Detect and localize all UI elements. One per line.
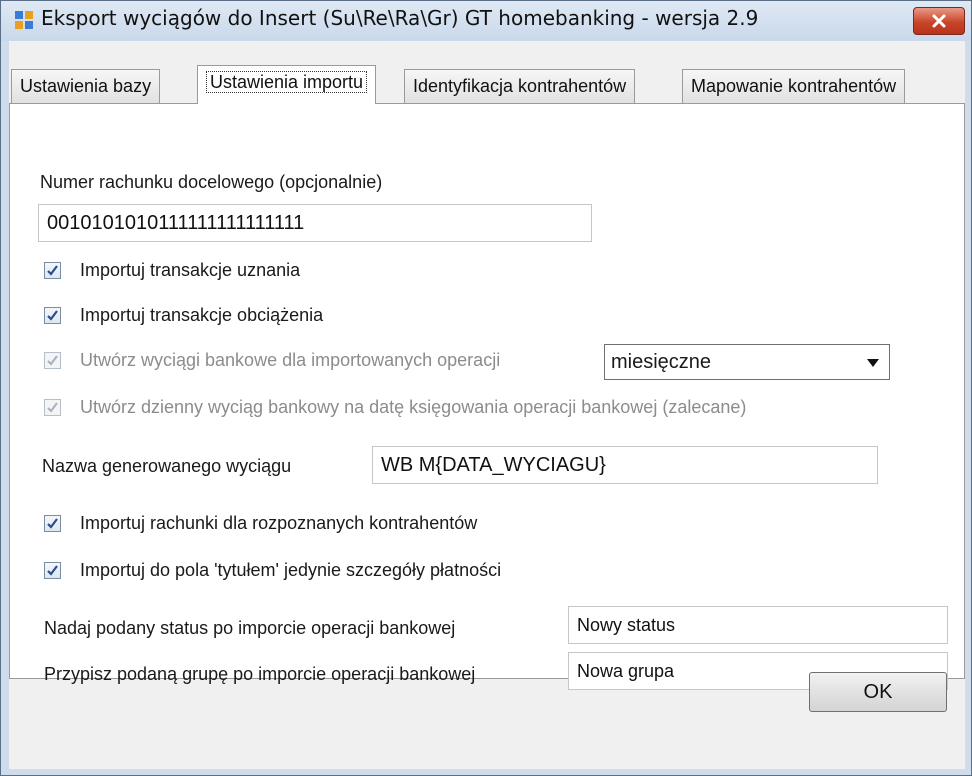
create-statements-checkbox[interactable] <box>44 352 61 369</box>
debit-transactions-label: Importuj transakcje obciążenia <box>80 305 324 325</box>
statement-name-label: Nazwa generowanego wyciągu <box>42 456 292 476</box>
import-invoices-label: Importuj rachunki dla rozpoznanych kontr… <box>80 513 478 533</box>
close-button[interactable] <box>913 7 965 35</box>
credit-transactions-label: Importuj transakcje uznania <box>80 260 301 280</box>
checkmark-icon <box>47 265 58 276</box>
checkmark-icon <box>47 518 58 529</box>
window-title: Eksport wyciągów do Insert (Su\Re\Ra\Gr)… <box>41 6 759 30</box>
tab-import-settings[interactable]: Ustawienia importu <box>197 65 377 104</box>
checkmark-icon <box>47 565 58 576</box>
title-bar[interactable]: Eksport wyciągów do Insert (Su\Re\Ra\Gr)… <box>1 1 971 41</box>
status-input[interactable]: Nowy status <box>568 606 948 644</box>
app-window: Eksport wyciągów do Insert (Su\Re\Ra\Gr)… <box>0 0 972 776</box>
title-details-checkbox[interactable] <box>44 562 61 579</box>
ok-button[interactable]: OK <box>809 672 947 712</box>
client-area: Ustawienia bazy Ustawienia importu Ident… <box>9 41 965 769</box>
tab-database-settings[interactable]: Ustawienia bazy <box>11 69 161 103</box>
import-settings-panel: Numer rachunku docelowego (opcjonalnie) … <box>9 103 965 690</box>
statement-period-value: miesięczne <box>611 351 712 373</box>
import-invoices-checkbox[interactable] <box>44 515 61 532</box>
daily-statement-label: Utwórz dzienny wyciąg bankowy na datę ks… <box>80 397 747 417</box>
group-label: Przypisz podaną grupę po imporcie operac… <box>44 664 476 684</box>
statement-period-select[interactable]: miesięczne <box>604 344 890 380</box>
debit-transactions-checkbox[interactable] <box>44 307 61 324</box>
account-number-input[interactable]: 0010101010111111111111111 <box>38 204 592 242</box>
dropdown-arrow-icon <box>867 359 879 367</box>
create-statements-label: Utwórz wyciągi bankowe dla importowanych… <box>80 350 501 370</box>
statement-name-input[interactable]: WB M{DATA_WYCIAGU} <box>372 446 878 484</box>
tab-strip: Ustawienia bazy Ustawienia importu Ident… <box>9 41 965 104</box>
app-icon <box>13 9 35 31</box>
tab-contractor-mapping[interactable]: Mapowanie kontrahentów <box>682 69 906 103</box>
checkmark-icon <box>47 402 58 413</box>
close-icon <box>932 14 946 28</box>
title-details-label: Importuj do pola 'tytułem' jedynie szcze… <box>80 560 502 580</box>
checkmark-icon <box>47 355 58 366</box>
credit-transactions-checkbox[interactable] <box>44 262 61 279</box>
checkmark-icon <box>47 310 58 321</box>
status-label: Nadaj podany status po imporcie operacji… <box>44 618 456 638</box>
tab-contractor-identification[interactable]: Identyfikacja kontrahentów <box>404 69 636 103</box>
daily-statement-checkbox[interactable] <box>44 399 61 416</box>
account-number-label: Numer rachunku docelowego (opcjonalnie) <box>40 172 383 192</box>
